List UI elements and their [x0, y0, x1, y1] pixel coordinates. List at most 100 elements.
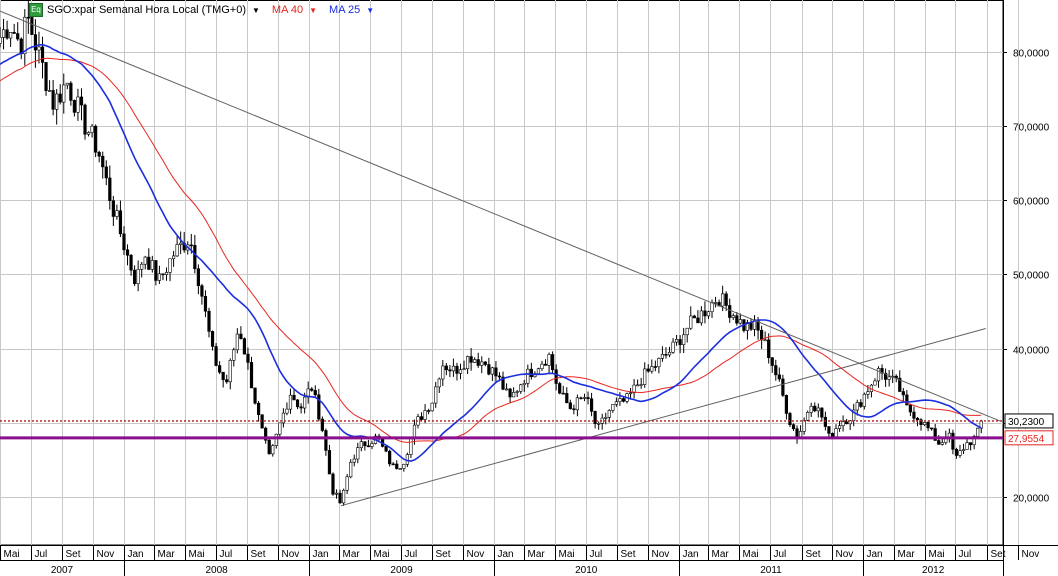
trend-line	[0, 10, 1001, 422]
candle-body	[349, 461, 353, 478]
ma25-dropdown-icon[interactable]: ▼	[366, 6, 374, 15]
candle-body	[104, 166, 108, 179]
candle-body	[327, 450, 332, 475]
candle-body	[855, 402, 859, 411]
candle-body	[86, 132, 91, 135]
candle-body	[568, 402, 572, 410]
candle-body	[267, 439, 271, 455]
ma40-dropdown-icon[interactable]: ▼	[309, 6, 317, 15]
candle-body	[26, 16, 30, 19]
x-tick-label: Set	[66, 549, 81, 560]
candle-body	[664, 354, 668, 356]
candle-body	[228, 360, 232, 383]
candle-body	[469, 356, 473, 363]
candle-body	[781, 378, 785, 396]
candle-body	[115, 210, 119, 217]
candle-body	[465, 356, 470, 370]
candle-body	[965, 442, 969, 450]
x-tick-label: Jul	[35, 549, 48, 560]
candle-body	[887, 376, 891, 380]
equity-badge[interactable]: Eq	[29, 3, 43, 17]
ma25-label[interactable]: MA 25	[329, 4, 360, 16]
candle-body	[239, 333, 243, 339]
candle-body	[947, 432, 951, 438]
x-tick-label: Mar	[343, 549, 361, 560]
candle-body	[593, 411, 597, 424]
x-tick-label: Jan	[867, 549, 883, 560]
candle-body	[55, 93, 59, 110]
x-tick-label: Set	[436, 549, 451, 560]
candle-body	[554, 369, 558, 384]
symbol-dropdown-icon[interactable]: ▼	[252, 6, 260, 15]
x-tick-label: Set	[621, 549, 636, 560]
candle-body	[724, 293, 728, 306]
candle-body	[777, 374, 781, 380]
candle-body	[529, 368, 533, 378]
x-tick-label: Jan	[128, 549, 144, 560]
candle-body	[242, 338, 247, 355]
candle-body	[295, 399, 300, 408]
candle-body	[969, 442, 973, 446]
candle-body	[196, 268, 200, 287]
symbol-label[interactable]: SGO:xpar Semanal Hora Local (TMG+0)	[47, 4, 246, 16]
x-tick-label: Nov	[467, 549, 485, 560]
candle-body	[125, 249, 130, 256]
candle-body	[692, 315, 696, 319]
x-tick-label: Mai	[189, 549, 205, 560]
candle-body	[65, 82, 69, 86]
candle-body	[473, 359, 477, 363]
candle-body	[930, 427, 934, 430]
candle-body	[866, 391, 870, 395]
candlesticks	[0, 0, 983, 506]
candle-body	[674, 339, 679, 343]
candle-body	[352, 458, 356, 463]
x-tick-label: Set	[806, 549, 821, 560]
candle-body	[937, 440, 941, 445]
candle-body	[342, 489, 346, 504]
candle-body	[827, 426, 831, 434]
candle-body	[175, 244, 179, 257]
candle-body	[494, 367, 498, 377]
candle-body	[218, 365, 222, 373]
candle-body	[706, 311, 711, 317]
last-price-box: 30,2300	[1004, 413, 1054, 429]
candle-body	[667, 351, 672, 356]
candle-body	[823, 416, 827, 427]
candle-body	[5, 29, 9, 39]
candle-body	[0, 37, 2, 44]
x-tick-label: Mai	[374, 549, 390, 560]
candle-body	[760, 329, 764, 341]
x-tick-label: Jul	[590, 549, 603, 560]
candle-body	[16, 33, 20, 40]
candle-body	[685, 327, 689, 336]
candle-body	[62, 84, 66, 103]
candle-body	[738, 319, 742, 324]
candle-body	[547, 354, 551, 366]
candle-body	[83, 104, 87, 135]
candle-body	[94, 125, 98, 153]
candle-body	[164, 272, 169, 275]
candle-body	[419, 416, 424, 420]
candle-body	[526, 368, 530, 384]
x-tick-label: Mar	[712, 549, 730, 560]
candle-body	[597, 422, 601, 425]
candle-body	[543, 363, 548, 366]
candle-body	[133, 269, 137, 284]
price-chart[interactable]: 20,000030,000040,000050,000060,000070,00…	[0, 0, 1058, 576]
candle-body	[976, 427, 980, 437]
x-tick-label: Mar	[898, 549, 916, 560]
candle-body	[643, 368, 647, 385]
candle-body	[111, 200, 115, 217]
candle-body	[122, 233, 126, 251]
candle-body	[589, 398, 594, 412]
candle-body	[802, 419, 806, 432]
ma40-label[interactable]: MA 40	[272, 4, 303, 16]
candle-body	[806, 412, 810, 421]
x-tick-label: Mai	[929, 549, 945, 560]
candle-body	[299, 406, 303, 409]
last-price-box-label: 30,2300	[1008, 417, 1045, 428]
candle-body	[476, 359, 480, 366]
candle-body	[699, 310, 703, 324]
candle-body	[207, 310, 211, 332]
x-tick-label: Jan	[498, 549, 514, 560]
